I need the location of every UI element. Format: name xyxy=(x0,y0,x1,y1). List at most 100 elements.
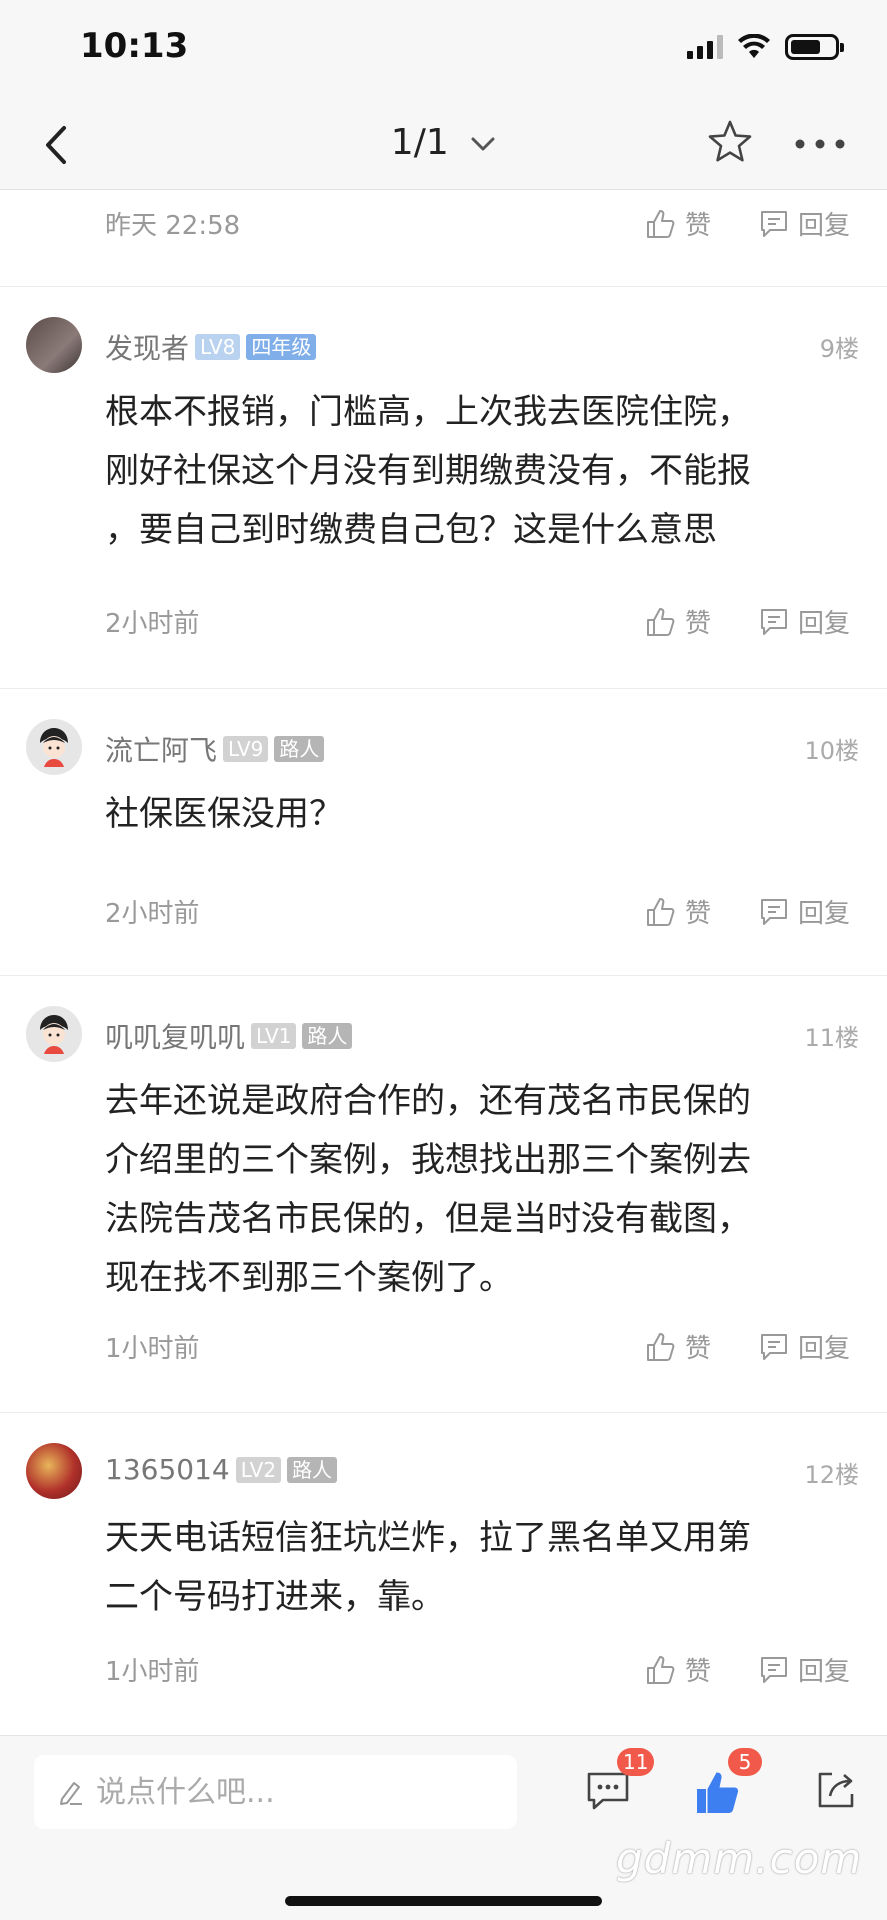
like-count-badge: 5 xyxy=(728,1748,762,1776)
like-button[interactable]: 赞 xyxy=(645,1328,711,1365)
comment-text: 去年还说是政府合作的，还有茂名市民保的 介绍里的三个案例，我想找出那三个案例去 … xyxy=(105,1072,865,1308)
like-button[interactable]: 赞 xyxy=(645,603,711,640)
username[interactable]: 叽叽复叽叽 xyxy=(105,1016,245,1056)
reply-button[interactable]: 回复 xyxy=(758,893,850,930)
star-favorite-icon[interactable] xyxy=(706,118,754,166)
page-indicator: 1/1 xyxy=(390,122,449,163)
bottom-action-bar: 11 5 gdmm.com xyxy=(0,1735,887,1920)
thumbs-up-icon xyxy=(647,1332,675,1361)
title-badge: 路人 xyxy=(287,1456,338,1483)
user-line: 发现者 LV8 四年级 xyxy=(105,327,317,367)
share-button[interactable] xyxy=(814,1768,864,1818)
reply-bubble-icon xyxy=(761,1333,787,1360)
user-line: 流亡阿飞 LV9 路人 xyxy=(105,729,325,769)
comment-bubble-icon xyxy=(587,1772,629,1810)
comment-item: 1365014 LV2 路人 12楼 天天电话短信狂坑烂炸，拉了黑名单又用第 二… xyxy=(0,1413,887,1735)
like-label: 赞 xyxy=(685,1657,712,1687)
comment-count-badge: 11 xyxy=(617,1748,655,1776)
comment-line: 法院告茂名市民保的，但是当时没有截图， xyxy=(105,1199,751,1239)
reply-label: 回复 xyxy=(798,1334,851,1364)
floor-number: 12楼 xyxy=(804,1461,859,1489)
comment-line: 根本不报销，门槛高，上次我去医院住院， xyxy=(105,392,751,432)
cartoon-avatar-icon xyxy=(26,719,82,775)
user-line: 叽叽复叽叽 LV1 路人 xyxy=(105,1016,353,1056)
pencil-icon xyxy=(60,1782,82,1805)
floor-number: 10楼 xyxy=(804,737,859,765)
level-badge: LV2 xyxy=(235,1456,282,1483)
like-button[interactable]: 赞 xyxy=(645,205,711,242)
comment-line: 社保医保没用？ xyxy=(105,794,343,834)
reply-bubble-icon xyxy=(761,608,787,635)
level-badge: LV8 xyxy=(195,334,241,360)
reply-button[interactable]: 回复 xyxy=(758,603,850,640)
thumbs-up-icon xyxy=(647,1655,675,1684)
comment-line: ，要自己到时缴费自己包？这是什么意思 xyxy=(105,510,717,550)
more-options-icon[interactable] xyxy=(792,126,848,162)
thumbs-up-icon xyxy=(647,897,675,926)
title-badge: 路人 xyxy=(302,1023,353,1049)
reply-button[interactable]: 回复 xyxy=(758,205,850,242)
reply-button[interactable]: 回复 xyxy=(758,1328,850,1365)
comment-line: 现在找不到那三个案例了。 xyxy=(105,1258,513,1298)
comment-line: 天天电话短信狂坑烂炸，拉了黑名单又用第 xyxy=(105,1518,751,1558)
comment-time: 1小时前 xyxy=(105,1334,200,1364)
comment-line: 二个号码打进来，靠。 xyxy=(105,1577,445,1617)
comment-time: 1小时前 xyxy=(105,1657,200,1687)
previous-comment-footer: 昨天 22:58 赞 回复 xyxy=(0,191,887,287)
thumbs-up-icon xyxy=(647,209,675,238)
reply-bubble-icon xyxy=(761,210,787,237)
chevron-down-icon xyxy=(471,137,495,151)
username[interactable]: 流亡阿飞 xyxy=(105,729,217,769)
like-label: 赞 xyxy=(685,899,712,929)
comments-button[interactable]: 11 xyxy=(585,1748,655,1818)
comment-time: 2小时前 xyxy=(105,899,200,929)
comment-list: 昨天 22:58 赞 回复 发现者 LV8 四年级 9楼 根本不报销，门槛高，上… xyxy=(0,191,887,1735)
avatar[interactable] xyxy=(26,719,82,775)
reply-bubble-icon xyxy=(761,1656,787,1683)
share-icon xyxy=(818,1772,854,1808)
avatar[interactable] xyxy=(26,1443,82,1499)
comment-text: 天天电话短信狂坑烂炸，拉了黑名单又用第 二个号码打进来，靠。 xyxy=(105,1509,865,1627)
comment-item: 发现者 LV8 四年级 9楼 根本不报销，门槛高，上次我去医院住院， 刚好社保这… xyxy=(0,287,887,689)
watermark: gdmm.com xyxy=(616,1834,863,1883)
thumbs-up-icon xyxy=(647,607,675,636)
wifi-icon xyxy=(738,34,770,58)
floor-number: 9楼 xyxy=(819,335,859,363)
like-label: 赞 xyxy=(685,1334,712,1364)
reply-label: 回复 xyxy=(798,1657,851,1687)
status-icons xyxy=(687,34,844,60)
comment-text: 根本不报销，门槛高，上次我去医院住院， 刚好社保这个月没有到期缴费没有，不能报 … xyxy=(105,383,865,560)
comment-line: 介绍里的三个案例，我想找出那三个案例去 xyxy=(105,1140,751,1180)
username[interactable]: 1365014 xyxy=(105,1453,230,1486)
comment-item: 流亡阿飞 LV9 路人 10楼 社保医保没用？ 2小时前 赞 回复 xyxy=(0,689,887,976)
reply-label: 回复 xyxy=(798,609,851,639)
title-badge: 路人 xyxy=(274,736,325,762)
status-time: 10:13 xyxy=(80,26,189,66)
like-post-button[interactable]: 5 xyxy=(694,1748,762,1818)
comment-line: 刚好社保这个月没有到期缴费没有，不能报 xyxy=(105,451,751,491)
comment-time: 2小时前 xyxy=(105,609,200,639)
comment-text: 社保医保没用？ xyxy=(105,785,865,844)
comment-line: 去年还说是政府合作的，还有茂名市民保的 xyxy=(105,1081,751,1121)
status-bar: 10:13 xyxy=(0,0,887,100)
reply-label: 回复 xyxy=(798,899,851,929)
reply-bubble-icon xyxy=(761,898,787,925)
like-button[interactable]: 赞 xyxy=(645,893,711,930)
cartoon-avatar-icon xyxy=(26,1006,82,1062)
nav-bar: 1/1 xyxy=(0,100,887,190)
comment-input[interactable] xyxy=(96,1774,496,1810)
like-label: 赞 xyxy=(685,211,712,241)
like-button[interactable]: 赞 xyxy=(645,1651,711,1688)
reply-button[interactable]: 回复 xyxy=(758,1651,850,1688)
reply-label: 回复 xyxy=(798,211,851,241)
avatar[interactable] xyxy=(26,317,82,373)
title-badge: 四年级 xyxy=(246,334,317,360)
level-badge: LV1 xyxy=(251,1023,297,1049)
comment-item: 叽叽复叽叽 LV1 路人 11楼 去年还说是政府合作的，还有茂名市民保的 介绍里… xyxy=(0,976,887,1413)
avatar[interactable] xyxy=(26,1006,82,1062)
home-indicator xyxy=(285,1896,602,1906)
user-line: 1365014 LV2 路人 xyxy=(105,1453,338,1486)
comment-input-box[interactable] xyxy=(34,1755,517,1829)
cellular-signal-icon xyxy=(687,35,723,59)
username[interactable]: 发现者 xyxy=(105,327,189,367)
